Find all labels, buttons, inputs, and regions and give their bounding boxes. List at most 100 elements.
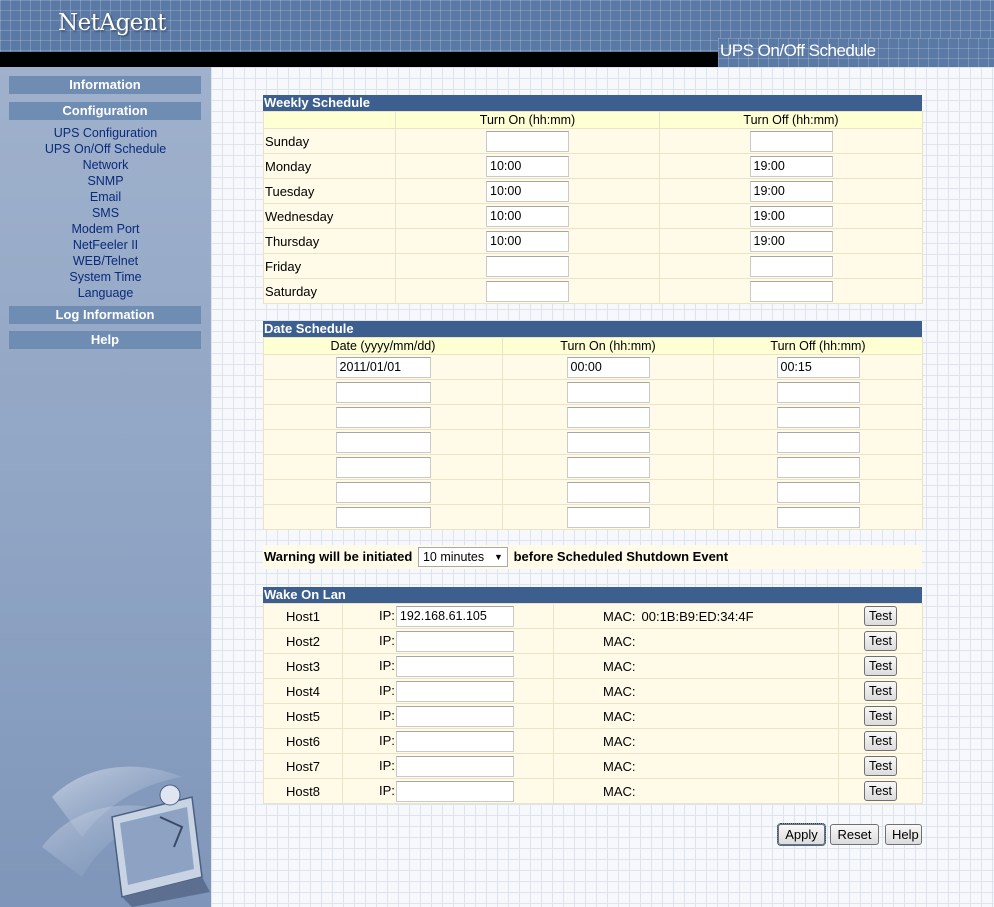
weekly-turn-off-input[interactable] bbox=[749, 230, 833, 252]
wol-mac-value bbox=[636, 634, 642, 649]
weekly-on-cell bbox=[395, 178, 660, 204]
apply-button[interactable]: Apply bbox=[777, 823, 826, 846]
wol-test-button[interactable]: Test bbox=[864, 656, 897, 676]
sidebar-config-link[interactable]: NetFeeler II bbox=[0, 237, 211, 253]
wol-mac-label: MAC: bbox=[603, 633, 636, 649]
date-turn-on-input[interactable] bbox=[566, 456, 650, 478]
wol-test-cell: Test bbox=[838, 628, 923, 654]
wol-host-row: Host3 IP: MAC: Test bbox=[263, 653, 923, 679]
date-input[interactable] bbox=[335, 481, 431, 503]
date-cell bbox=[263, 454, 503, 480]
date-turn-off-input[interactable] bbox=[776, 431, 860, 453]
warning-time-select[interactable]: 10 minutes ▼ bbox=[417, 546, 508, 567]
weekly-turn-on-input[interactable] bbox=[486, 280, 569, 302]
wol-host-row: Host2 IP: MAC: Test bbox=[263, 628, 923, 654]
sidebar-section-help[interactable]: Help bbox=[9, 331, 201, 349]
date-turn-off-input[interactable] bbox=[776, 481, 860, 503]
wol-ip-input[interactable] bbox=[395, 680, 514, 702]
weekly-turn-on-input[interactable] bbox=[486, 205, 569, 227]
weekly-day-label: Friday bbox=[263, 253, 396, 279]
wol-test-button[interactable]: Test bbox=[864, 706, 897, 726]
wol-ip-input[interactable] bbox=[395, 605, 514, 627]
sidebar-config-link[interactable]: UPS On/Off Schedule bbox=[0, 141, 211, 157]
weekly-row: Monday bbox=[263, 153, 923, 179]
sidebar-section-information[interactable]: Information bbox=[9, 76, 201, 94]
wol-test-button[interactable]: Test bbox=[864, 631, 897, 651]
weekly-turn-on-input[interactable] bbox=[486, 130, 569, 152]
weekly-turn-on-input[interactable] bbox=[486, 180, 569, 202]
date-input[interactable] bbox=[335, 431, 431, 453]
wol-mac-cell: MAC: bbox=[553, 653, 839, 679]
sidebar-config-link[interactable]: UPS Configuration bbox=[0, 125, 211, 141]
sidebar-config-link[interactable]: Modem Port bbox=[0, 221, 211, 237]
sidebar-config-link[interactable]: Network bbox=[0, 157, 211, 173]
date-turn-on-input[interactable] bbox=[566, 381, 650, 403]
date-turn-off-input[interactable] bbox=[776, 356, 860, 378]
wol-test-button[interactable]: Test bbox=[864, 606, 897, 626]
date-input[interactable] bbox=[335, 506, 431, 528]
weekly-off-cell bbox=[659, 153, 923, 179]
wol-ip-input[interactable] bbox=[395, 780, 514, 802]
wol-test-button[interactable]: Test bbox=[864, 756, 897, 776]
wol-host-row: Host7 IP: MAC: Test bbox=[263, 753, 923, 779]
date-input[interactable] bbox=[335, 456, 431, 478]
wol-ip-input[interactable] bbox=[395, 755, 514, 777]
wol-mac-cell: MAC: bbox=[553, 728, 839, 754]
sidebar-config-link[interactable]: Language bbox=[0, 285, 211, 301]
wol-ip-input[interactable] bbox=[395, 630, 514, 652]
weekly-turn-on-input[interactable] bbox=[486, 230, 569, 252]
weekly-turn-off-header: Turn Off (hh:mm) bbox=[659, 111, 923, 129]
date-turn-on-input[interactable] bbox=[566, 431, 650, 453]
wol-test-cell: Test bbox=[838, 653, 923, 679]
wol-host-row: Host8 IP: MAC: Test bbox=[263, 778, 923, 804]
date-turn-off-input[interactable] bbox=[776, 381, 860, 403]
date-off-cell bbox=[713, 504, 923, 530]
wol-test-cell: Test bbox=[838, 778, 923, 804]
wol-mac-cell: MAC: bbox=[553, 703, 839, 729]
date-input[interactable] bbox=[335, 406, 431, 428]
weekly-turn-off-input[interactable] bbox=[749, 205, 833, 227]
weekly-turn-on-input[interactable] bbox=[486, 255, 569, 277]
wol-host-name: Host6 bbox=[263, 728, 343, 754]
date-turn-on-input[interactable] bbox=[566, 356, 650, 378]
date-input[interactable] bbox=[335, 356, 431, 378]
reset-button[interactable]: Reset bbox=[830, 824, 879, 845]
wol-ip-input[interactable] bbox=[395, 705, 514, 727]
wol-test-button[interactable]: Test bbox=[864, 731, 897, 751]
weekly-turn-off-input[interactable] bbox=[749, 155, 833, 177]
date-turn-on-input[interactable] bbox=[566, 406, 650, 428]
weekly-turn-off-input[interactable] bbox=[749, 280, 833, 302]
sidebar-config-link[interactable]: Email bbox=[0, 189, 211, 205]
weekly-turn-off-input[interactable] bbox=[749, 255, 833, 277]
date-input[interactable] bbox=[335, 381, 431, 403]
date-turn-off-input[interactable] bbox=[776, 506, 860, 528]
warning-suffix: before Scheduled Shutdown Event bbox=[513, 549, 729, 564]
wol-mac-value bbox=[636, 759, 642, 774]
weekly-on-cell bbox=[395, 153, 660, 179]
sidebar-section-log-information[interactable]: Log Information bbox=[9, 306, 201, 324]
weekly-turn-off-input[interactable] bbox=[749, 130, 833, 152]
sidebar-config-link[interactable]: WEB/Telnet bbox=[0, 253, 211, 269]
date-turn-off-input[interactable] bbox=[776, 456, 860, 478]
wol-ip-input[interactable] bbox=[395, 730, 514, 752]
date-off-cell bbox=[713, 479, 923, 505]
date-schedule-row bbox=[263, 479, 923, 505]
shutdown-warning-row: Warning will be initiated 10 minutes ▼ b… bbox=[263, 545, 922, 569]
date-turn-on-input[interactable] bbox=[566, 506, 650, 528]
sidebar-section-configuration[interactable]: Configuration bbox=[9, 102, 201, 120]
weekly-turn-off-input[interactable] bbox=[749, 180, 833, 202]
wol-test-button[interactable]: Test bbox=[864, 681, 897, 701]
weekly-turn-on-input[interactable] bbox=[486, 155, 569, 177]
weekly-on-cell bbox=[395, 228, 660, 254]
wol-mac-value: 00:1B:B9:ED:34:4F bbox=[641, 608, 754, 624]
help-button[interactable]: Help bbox=[885, 824, 922, 845]
wol-ip-input[interactable] bbox=[395, 655, 514, 677]
date-turn-off-input[interactable] bbox=[776, 406, 860, 428]
sidebar-config-link[interactable]: SMS bbox=[0, 205, 211, 221]
sidebar-config-link[interactable]: SNMP bbox=[0, 173, 211, 189]
wol-ip-label: IP: bbox=[379, 607, 395, 623]
sidebar-config-link[interactable]: System Time bbox=[0, 269, 211, 285]
weekly-day-label: Saturday bbox=[263, 278, 396, 304]
date-turn-on-input[interactable] bbox=[566, 481, 650, 503]
wol-test-button[interactable]: Test bbox=[864, 781, 897, 801]
